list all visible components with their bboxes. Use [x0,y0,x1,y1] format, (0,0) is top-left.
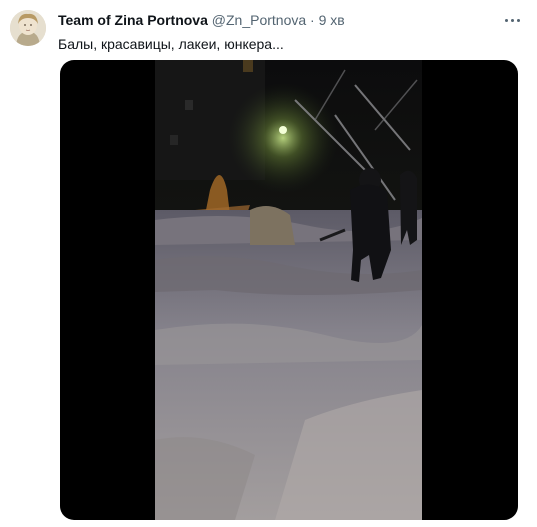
tweet-timestamp[interactable]: 9 хв [319,12,345,28]
tweet[interactable]: Team of Zina Portnova @Zn_Portnova · 9 х… [0,0,537,527]
avatar[interactable] [10,10,46,46]
header-separator: · [310,12,315,28]
video-frame [155,60,422,520]
video-player[interactable] [60,60,518,520]
author-handle[interactable]: @Zn_Portnova [212,12,306,28]
tweet-text: Балы, красавицы, лакеи, юнкера... [58,36,284,52]
more-horizontal-icon[interactable] [500,8,524,32]
avatar-portrait-image [10,10,46,46]
author-name[interactable]: Team of Zina Portnova [58,12,208,28]
tweet-header: Team of Zina Portnova @Zn_Portnova · 9 х… [58,11,345,29]
